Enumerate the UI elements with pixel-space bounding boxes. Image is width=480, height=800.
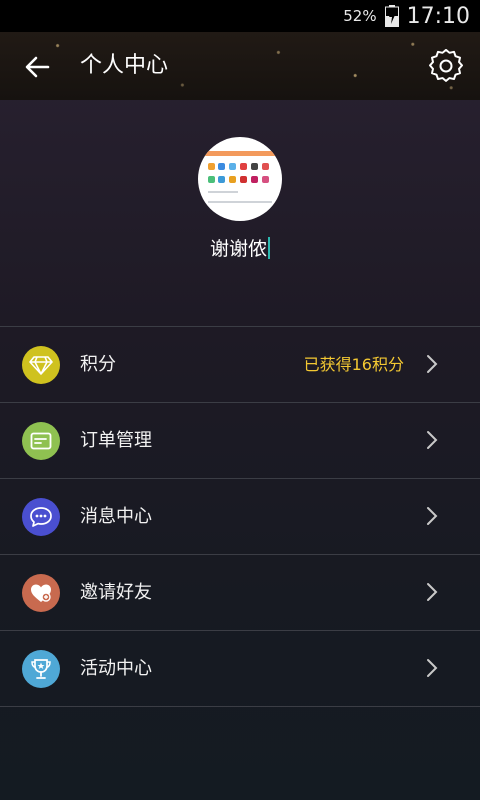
chevron-right-icon bbox=[427, 507, 438, 525]
menu-item-label: 积分 bbox=[80, 354, 116, 375]
chevron-right-icon bbox=[427, 431, 438, 449]
status-bar: 52% 17:10 bbox=[0, 0, 480, 32]
page-title: 个人中心 bbox=[80, 53, 169, 78]
gear-icon bbox=[429, 49, 463, 82]
menu-item-messages[interactable]: 消息中心 bbox=[0, 478, 480, 554]
chevron-right-icon bbox=[427, 355, 438, 373]
chevron-right-icon bbox=[427, 583, 438, 601]
battery-percent: 52% bbox=[343, 7, 377, 25]
menu-item-label: 订单管理 bbox=[80, 430, 152, 451]
avatar[interactable] bbox=[198, 137, 282, 221]
settings-button[interactable] bbox=[426, 46, 466, 86]
order-card-icon bbox=[22, 422, 60, 460]
menu-item-points[interactable]: 积分 已获得16积分 bbox=[0, 326, 480, 402]
menu-item-label: 活动中心 bbox=[80, 658, 152, 679]
text-cursor bbox=[268, 237, 270, 259]
username[interactable]: 谢谢侬 bbox=[0, 234, 480, 261]
profile-section: 谢谢侬 bbox=[0, 100, 480, 326]
back-button[interactable] bbox=[18, 48, 56, 86]
battery-icon bbox=[384, 5, 399, 27]
menu-item-label: 消息中心 bbox=[80, 506, 152, 527]
diamond-icon bbox=[22, 346, 60, 384]
chevron-right-icon bbox=[427, 659, 438, 677]
menu-item-orders[interactable]: 订单管理 bbox=[0, 402, 480, 478]
menu-list: 积分 已获得16积分 订单管理 消息中心 邀请好友 活动中心 bbox=[0, 326, 480, 707]
arrow-left-icon bbox=[25, 56, 50, 78]
status-right: 52% 17:10 bbox=[343, 0, 470, 32]
heart-icon bbox=[22, 574, 60, 612]
message-bubble-icon bbox=[22, 498, 60, 536]
app-bar: 个人中心 bbox=[0, 32, 480, 100]
clock: 17:10 bbox=[406, 3, 470, 29]
points-value: 已获得16积分 bbox=[303, 355, 404, 374]
menu-item-label: 邀请好友 bbox=[80, 582, 152, 603]
username-text: 谢谢侬 bbox=[209, 238, 267, 260]
menu-item-invite[interactable]: 邀请好友 bbox=[0, 554, 480, 630]
trophy-icon bbox=[22, 650, 60, 688]
menu-item-activities[interactable]: 活动中心 bbox=[0, 630, 480, 707]
